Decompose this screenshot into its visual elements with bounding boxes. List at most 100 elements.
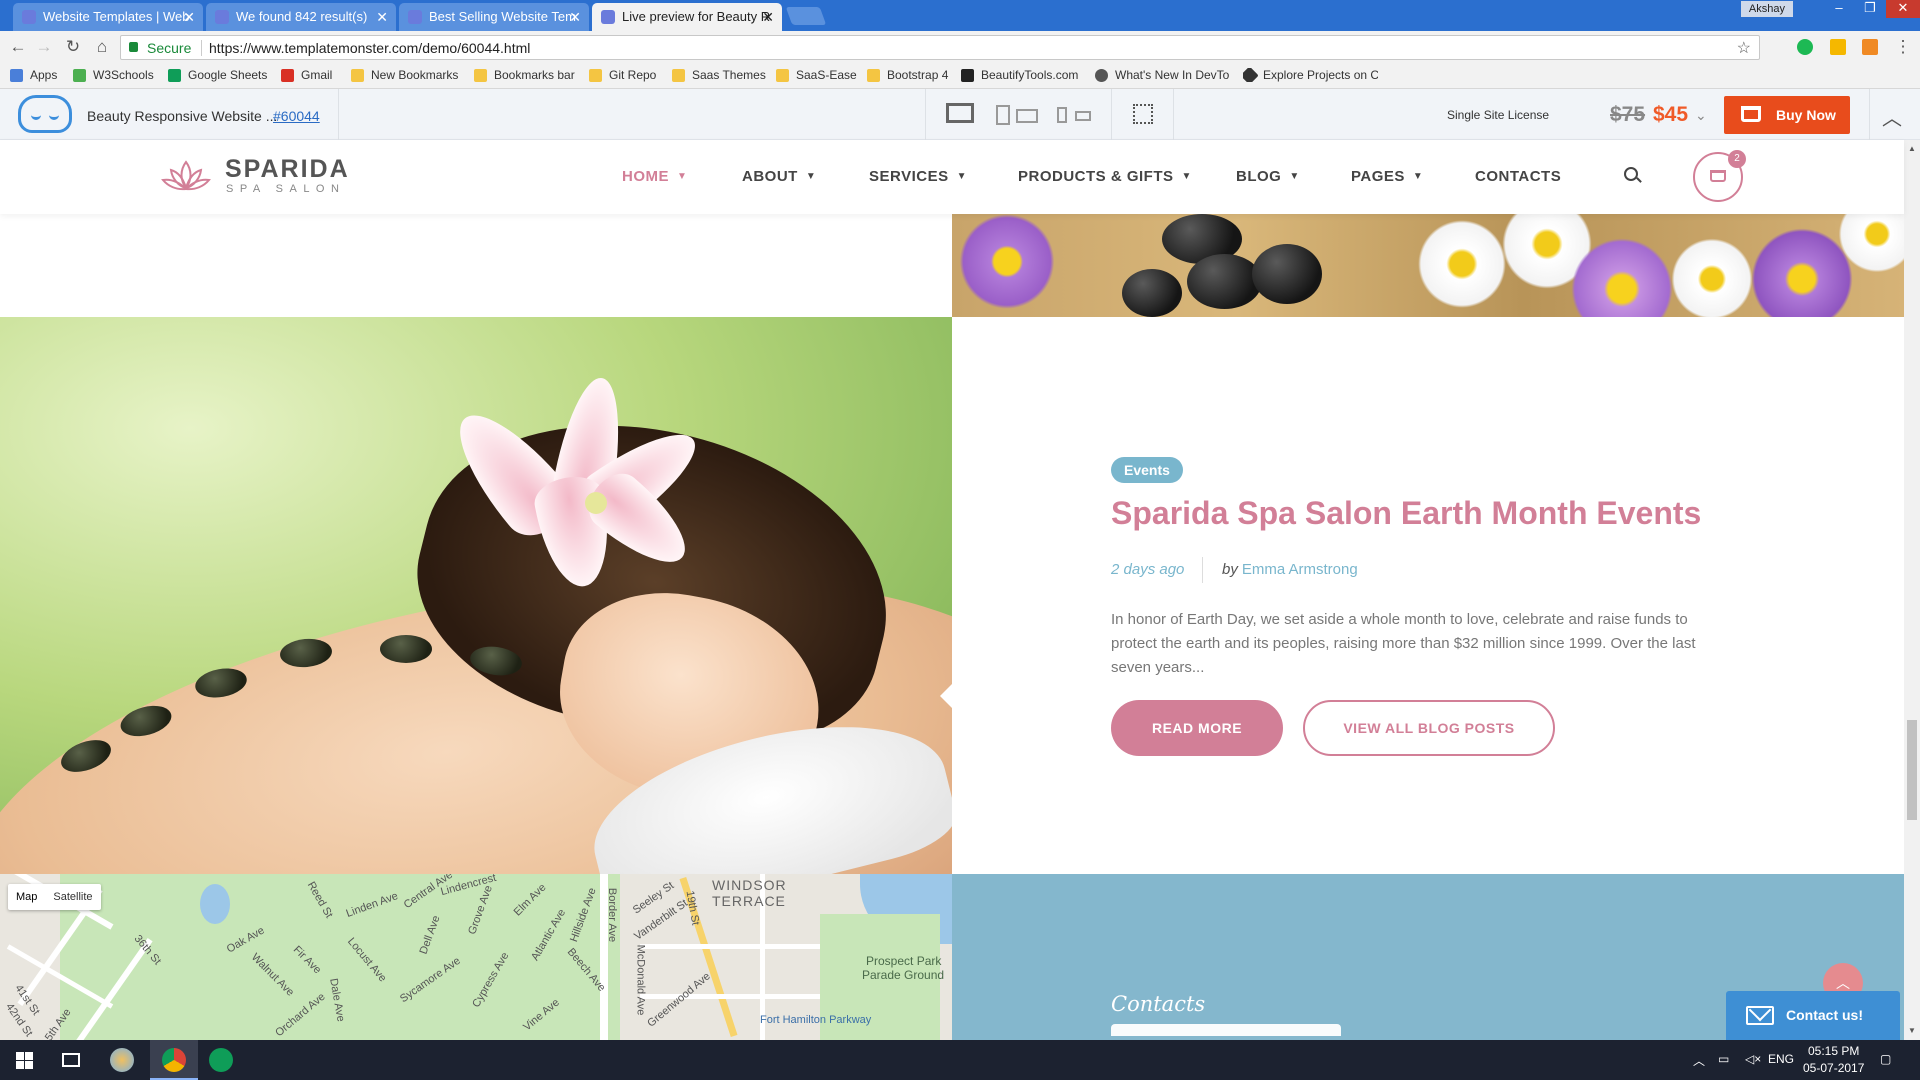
divider [1111, 89, 1112, 140]
bookmark-folder[interactable]: Bookmarks bar [474, 68, 575, 82]
bookmark-item[interactable]: W3Schools [73, 68, 154, 82]
browser-tab[interactable]: Best Selling Website Tem ✕ [399, 3, 589, 31]
paint-app-icon[interactable] [110, 1048, 134, 1072]
address-bar[interactable]: Secure https://www.templatemonster.com/d… [120, 35, 1760, 60]
bookmark-item[interactable]: BeautifyTools.com [961, 68, 1078, 82]
view-all-blog-posts-button[interactable]: VIEW ALL BLOG POSTS [1303, 700, 1555, 756]
minimize-icon[interactable]: – [1824, 0, 1854, 18]
phone-landscape-icon[interactable] [1075, 111, 1091, 121]
map-label: Greenwood Ave [645, 970, 713, 1030]
tablet-portrait-icon[interactable] [996, 105, 1010, 125]
task-view-icon[interactable] [62, 1053, 80, 1067]
profile-name[interactable]: Akshay [1740, 1, 1793, 17]
qr-code-icon[interactable] [1133, 104, 1153, 124]
bookmark-folder[interactable]: Bootstrap 4 [867, 68, 948, 82]
divider [201, 40, 202, 56]
windows-start-icon[interactable] [16, 1052, 33, 1069]
url-text[interactable]: https://www.templatemonster.com/demo/600… [209, 40, 530, 56]
tablet-landscape-icon[interactable] [1016, 109, 1038, 123]
post-category-badge[interactable]: Events [1111, 457, 1183, 483]
map-label: 19th St [683, 889, 702, 927]
scroll-up-arrow-icon[interactable]: ▲ [1908, 144, 1916, 153]
desktop-view-icon[interactable] [946, 103, 974, 123]
bookmark-item[interactable]: What's New In DevTo [1095, 68, 1230, 82]
restore-icon[interactable]: ❐ [1855, 0, 1885, 18]
templatemonster-favicon-icon [215, 10, 229, 24]
bookmark-item[interactable]: Google Sheets [168, 68, 267, 82]
post-author-link[interactable]: Emma Armstrong [1242, 561, 1358, 578]
bookmark-star-icon[interactable]: ☆ [1737, 38, 1751, 58]
menu-icon[interactable]: ⋮ [1893, 37, 1913, 57]
secure-label: Secure [147, 40, 192, 56]
bookmark-folder[interactable]: Saas Themes [672, 68, 766, 82]
nav-about[interactable]: ABOUT ▼ [742, 168, 816, 185]
extension-star-icon[interactable] [1830, 39, 1846, 55]
extension-green-icon[interactable] [1797, 39, 1813, 55]
network-icon[interactable]: ▭ [1718, 1052, 1729, 1066]
brand-name[interactable]: SPARIDA [225, 155, 350, 184]
cart-button[interactable]: 2 [1693, 150, 1746, 202]
bookmark-folder[interactable]: New Bookmarks [351, 68, 458, 82]
map-type-map[interactable]: Map [8, 884, 45, 910]
new-tab-button[interactable] [785, 7, 827, 25]
tab-close-icon[interactable]: ✕ [183, 3, 195, 31]
bookmark-folder[interactable]: SaaS-Ease [776, 68, 857, 82]
browser-tab-active[interactable]: Live preview for Beauty R ✕ [592, 3, 782, 31]
action-center-icon[interactable]: ▢ [1880, 1052, 1891, 1066]
forward-icon[interactable]: → [34, 37, 54, 57]
contacts-label: Contacts [1111, 992, 1206, 1016]
templatemonster-logo-icon[interactable] [18, 95, 72, 133]
contact-us-widget[interactable]: Contact us! [1726, 991, 1900, 1040]
bookmark-item[interactable]: Gmail [281, 68, 332, 82]
scroll-down-arrow-icon[interactable]: ▼ [1908, 1026, 1916, 1035]
templatemonster-favicon-icon [22, 10, 36, 24]
nav-products-gifts[interactable]: PRODUCTS & GIFTS ▼ [1018, 168, 1192, 185]
tab-title: Website Templates | Web [43, 9, 190, 24]
tab-close-icon[interactable]: ✕ [762, 3, 774, 31]
browser-tab[interactable]: Website Templates | Web ✕ [13, 3, 203, 31]
bookmark-folder[interactable]: Git Repo [589, 68, 656, 82]
chevron-up-icon[interactable]: ︿ [1882, 102, 1902, 131]
system-clock[interactable]: 05:15 PM 05-07-2017 [1803, 1043, 1864, 1077]
bookmark-item[interactable]: Apps [10, 68, 57, 82]
scrollbar-thumb[interactable] [1907, 720, 1917, 820]
nav-contacts[interactable]: CONTACTS [1475, 168, 1561, 185]
search-icon[interactable] [1624, 167, 1638, 181]
nav-blog[interactable]: BLOG ▼ [1236, 168, 1300, 185]
tab-close-icon[interactable]: ✕ [569, 3, 581, 31]
divider [1173, 89, 1174, 140]
read-more-button[interactable]: READ MORE [1111, 700, 1283, 756]
bookmark-item[interactable]: Explore Projects on C [1243, 68, 1378, 82]
nav-services[interactable]: SERVICES ▼ [869, 168, 967, 185]
close-window-icon[interactable]: ✕ [1886, 0, 1920, 18]
post-byline: by Emma Armstrong [1222, 561, 1358, 578]
clock-time: 05:15 PM [1808, 1044, 1860, 1058]
chevron-down-icon[interactable]: ⌄ [1695, 107, 1707, 124]
license-selector[interactable]: Single Site License [1447, 108, 1549, 122]
page-scrollbar[interactable]: ▲ ▼ [1904, 140, 1920, 1040]
tray-chevron-up-icon[interactable]: ︿ [1693, 1052, 1705, 1069]
buy-now-button[interactable]: Buy Now [1724, 96, 1850, 134]
map-type-control[interactable]: Map Satellite [8, 884, 101, 910]
browser-tab[interactable]: We found 842 result(s) ✕ [206, 3, 396, 31]
post-title[interactable]: Sparida Spa Salon Earth Month Events [1111, 495, 1701, 532]
home-icon[interactable]: ⌂ [92, 37, 112, 57]
hangouts-icon[interactable] [209, 1048, 233, 1072]
divider [1202, 557, 1203, 583]
chevron-down-icon: ▼ [677, 171, 688, 182]
input-language[interactable]: ENG [1768, 1052, 1794, 1066]
extension-paint-icon[interactable] [1862, 39, 1878, 55]
chrome-taskbar-item[interactable] [150, 1040, 198, 1080]
lotus-logo-icon[interactable] [160, 158, 212, 194]
phone-portrait-icon[interactable] [1057, 107, 1067, 123]
volume-muted-icon[interactable]: ◁× [1745, 1052, 1761, 1066]
template-title: Beauty Responsive Website ... [87, 108, 278, 124]
map-type-satellite[interactable]: Satellite [45, 884, 100, 910]
nav-pages[interactable]: PAGES ▼ [1351, 168, 1423, 185]
tab-close-icon[interactable]: ✕ [376, 3, 388, 31]
back-icon[interactable]: ← [8, 37, 28, 57]
google-map[interactable]: Map Satellite WINDSOR TERRACE Prospect Pa… [0, 874, 952, 1040]
nav-home[interactable]: HOME ▼ [622, 168, 687, 185]
template-id-link[interactable]: #60044 [273, 108, 320, 124]
reload-icon[interactable]: ↻ [63, 37, 83, 57]
